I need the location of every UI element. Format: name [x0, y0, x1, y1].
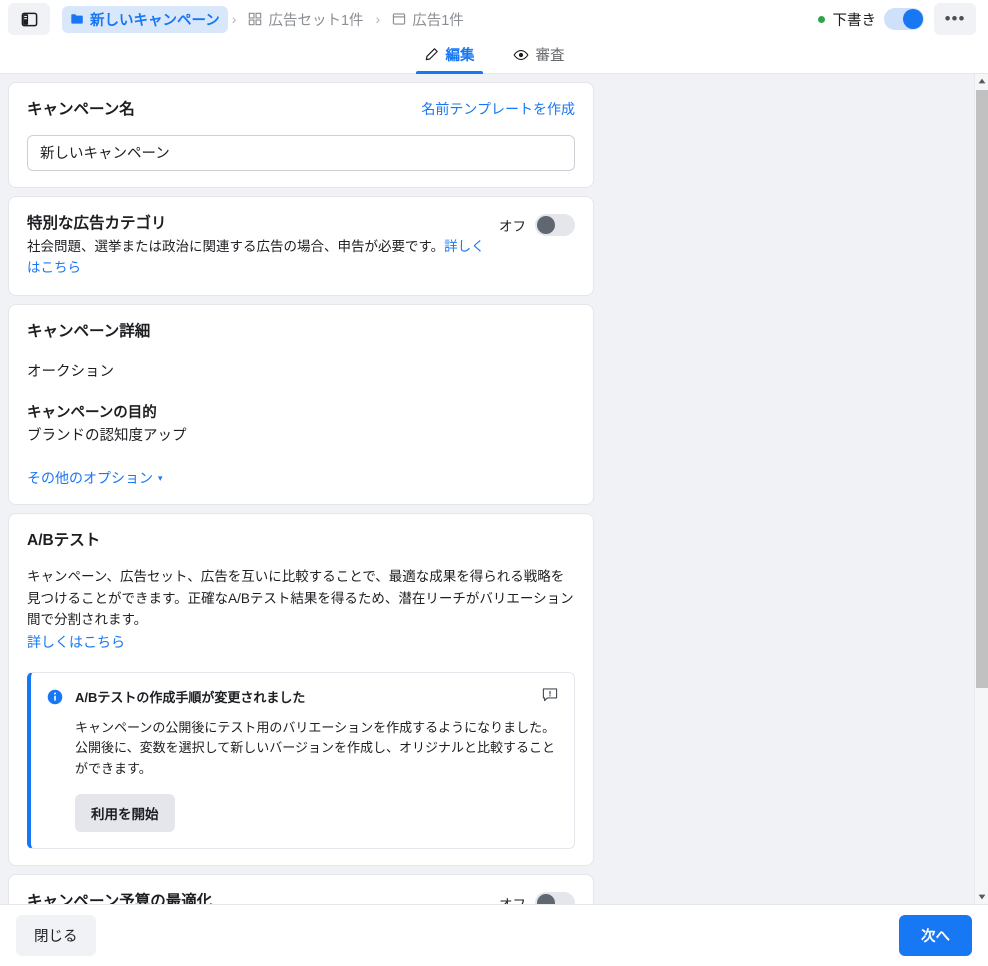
- special-category-description-text: 社会問題、選挙または政治に関連する広告の場合、申告が必要です。: [27, 239, 445, 255]
- more-options-button[interactable]: •••: [934, 3, 976, 35]
- objective-value: ブランドの認知度アップ: [27, 428, 187, 445]
- objective-label: キャンペーンの目的: [27, 405, 157, 422]
- toggle-knob: [903, 9, 923, 29]
- toggle-knob: [537, 215, 555, 234]
- eye-icon: [513, 49, 528, 60]
- ads-manager-window: 新しいキャンペーン › 広告セット1件 › 広告1件 下書き ••• 編集 審査…: [0, 0, 988, 966]
- ab-test-description-text: キャンペーン、広告セット、広告を互いに比較することで、最適な成果を得られる戦略を…: [27, 569, 574, 628]
- tab-bar: 編集 審査: [0, 38, 988, 74]
- card-special-ad-category: 特別な広告カテゴリ 社会問題、選挙または政治に関連する広告の場合、申告が必要です…: [8, 195, 594, 297]
- pencil-icon: [425, 48, 438, 61]
- breadcrumb-item-adset[interactable]: 広告セット1件: [240, 6, 371, 33]
- create-name-template-link[interactable]: 名前テンプレートを作成: [421, 99, 575, 119]
- budget-optimization-title: キャンペーン予算の最適化: [27, 892, 213, 904]
- status-dot-icon: [817, 15, 825, 23]
- tab-edit-label: 編集: [445, 48, 475, 64]
- card-budget-optimization: キャンペーン予算の最適化 オフ キャンペーン予算の最適化により、配信の最適化を設…: [8, 873, 594, 904]
- campaign-name-input[interactable]: [27, 134, 575, 171]
- campaign-name-title: キャンペーン名: [27, 101, 135, 118]
- chevron-down-icon: ▾: [158, 472, 163, 483]
- scroll-content: キャンペーン名 名前テンプレートを作成 特別な広告カテゴリ 社会問題、選挙または…: [0, 74, 974, 904]
- special-category-title: 特別な広告カテゴリ: [27, 214, 167, 232]
- ab-test-title: A/Bテスト: [27, 532, 101, 550]
- ab-test-notice: A/Bテストの作成手順が変更されました キャンペーンの公開後にテスト用のバリエー…: [27, 671, 575, 849]
- breadcrumb: 新しいキャンペーン › 広告セット1件 › 広告1件: [62, 5, 818, 33]
- status-area: 下書き: [817, 8, 924, 30]
- special-category-header: 特別な広告カテゴリ 社会問題、選挙または政治に関連する広告の場合、申告が必要です…: [27, 213, 575, 280]
- ab-test-get-started-button[interactable]: 利用を開始: [75, 793, 175, 832]
- special-category-description: 社会問題、選挙または政治に関連する広告の場合、申告が必要です。詳しくはこちら: [27, 237, 485, 279]
- top-bar: 新しいキャンペーン › 広告セット1件 › 広告1件 下書き •••: [0, 0, 988, 38]
- ab-test-notice-header: A/Bテストの作成手順が変更されました: [75, 687, 558, 708]
- special-category-toggle-group: オフ: [499, 213, 575, 236]
- more-options-label: その他のオプション: [27, 470, 153, 487]
- info-icon: [47, 689, 63, 705]
- folder-icon: [71, 14, 83, 24]
- tab-edit[interactable]: 編集: [414, 40, 485, 74]
- card-ab-test: A/Bテスト キャンペーン、広告セット、広告を互いに比較することで、最適な成果を…: [8, 513, 594, 866]
- budget-optimization-toggle-group: オフ: [499, 891, 575, 904]
- scroll-up-arrow[interactable]: [975, 74, 988, 88]
- ab-test-description: キャンペーン、広告セット、広告を互いに比較することで、最適な成果を得られる戦略を…: [27, 566, 575, 653]
- ab-test-learn-more-link[interactable]: 詳しくはこちら: [27, 634, 125, 650]
- scroll-down-arrow[interactable]: [975, 890, 988, 904]
- more-options-link[interactable]: その他のオプション ▾: [27, 468, 163, 488]
- breadcrumb-item-ad[interactable]: 広告1件: [384, 6, 472, 33]
- budget-optimization-header: キャンペーン予算の最適化 オフ: [27, 891, 575, 904]
- next-button[interactable]: 次へ: [899, 915, 972, 956]
- campaign-details-title: キャンペーン詳細: [27, 323, 151, 341]
- breadcrumb-label-campaign: 新しいキャンペーン: [90, 12, 220, 29]
- objective-block: キャンペーンの目的 ブランドの認知度アップ: [27, 402, 575, 448]
- breadcrumb-item-campaign[interactable]: 新しいキャンペーン: [62, 5, 228, 33]
- close-button[interactable]: 閉じる: [16, 915, 96, 956]
- budget-optimization-toggle-label: オフ: [499, 893, 526, 904]
- buying-type-value: オークション: [27, 363, 114, 380]
- ab-test-notice-body: A/Bテストの作成手順が変更されました キャンペーンの公開後にテスト用のバリエー…: [75, 687, 558, 832]
- grid-icon: [249, 12, 262, 26]
- breadcrumb-label-ad: 広告1件: [412, 12, 464, 29]
- campaign-active-toggle[interactable]: [884, 8, 924, 30]
- content-area: キャンペーン名 名前テンプレートを作成 特別な広告カテゴリ 社会問題、選挙または…: [0, 74, 988, 904]
- footer-bar: 閉じる 次へ: [0, 904, 988, 966]
- buying-type-block: オークション: [27, 361, 575, 384]
- vertical-scrollbar[interactable]: [974, 74, 988, 904]
- scrollbar-thumb[interactable]: [976, 90, 988, 688]
- special-category-toggle[interactable]: [535, 213, 575, 236]
- budget-optimization-toggle[interactable]: [535, 891, 575, 904]
- ab-test-notice-title: A/Bテストの作成手順が変更されました: [75, 689, 306, 705]
- tab-review-label: 審査: [535, 48, 565, 64]
- window-icon: [393, 13, 406, 25]
- panel-layout-icon: [21, 12, 37, 26]
- special-category-toggle-label: オフ: [499, 218, 526, 234]
- toggle-knob: [537, 893, 555, 904]
- ab-test-notice-text: キャンペーンの公開後にテスト用のバリエーションを作成するようになりました。公開後…: [75, 719, 556, 777]
- breadcrumb-separator-2: ›: [375, 11, 381, 27]
- status-badge: 下書き: [832, 12, 877, 29]
- feedback-icon[interactable]: [542, 687, 558, 708]
- breadcrumb-separator-1: ›: [231, 11, 237, 27]
- panel-toggle-button[interactable]: [8, 3, 50, 35]
- more-dots-icon: •••: [944, 9, 966, 28]
- breadcrumb-label-adset: 広告セット1件: [268, 12, 364, 29]
- card-campaign-name: キャンペーン名 名前テンプレートを作成: [8, 82, 594, 188]
- tab-review[interactable]: 審査: [503, 40, 575, 73]
- card-campaign-details: キャンペーン詳細 オークション キャンペーンの目的 ブランドの認知度アップ その…: [8, 304, 594, 506]
- campaign-name-header: キャンペーン名 名前テンプレートを作成: [27, 99, 575, 121]
